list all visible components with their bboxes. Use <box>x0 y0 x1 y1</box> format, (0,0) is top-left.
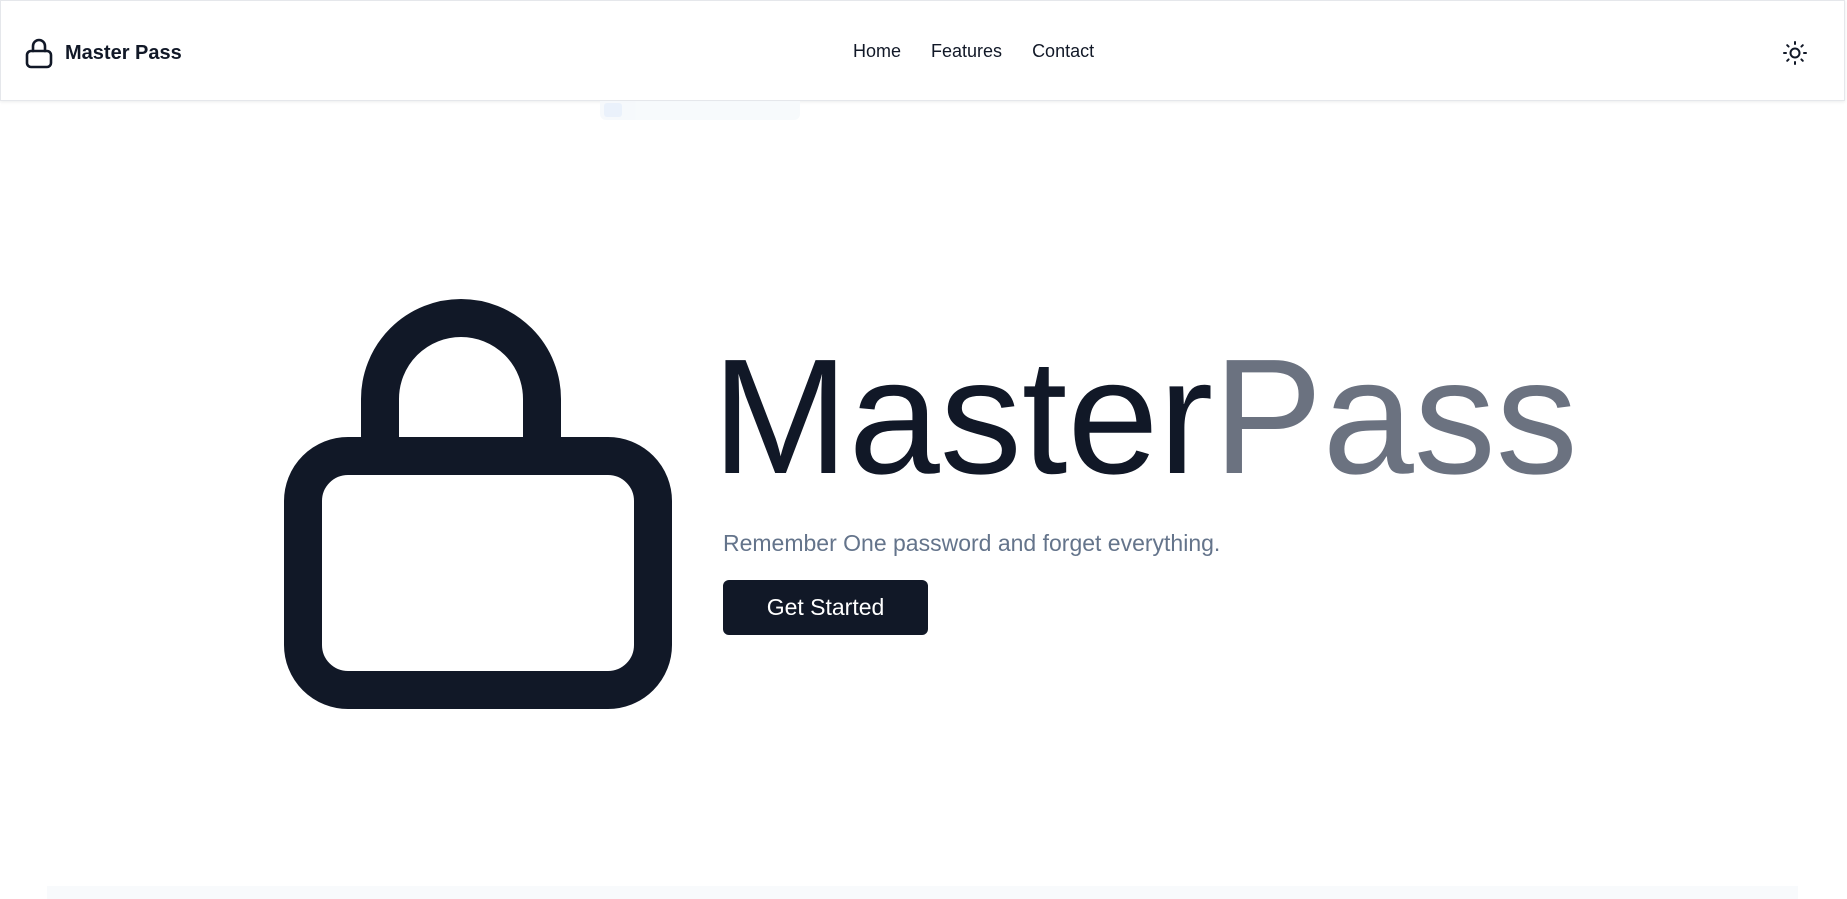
main-nav: Home Features Contact <box>853 41 1094 62</box>
nav-features[interactable]: Features <box>931 41 1002 62</box>
hero-title: MasterPass <box>712 335 1578 499</box>
hero-title-master: Master <box>712 325 1214 508</box>
next-section-edge <box>47 886 1798 899</box>
faint-overlay-chip <box>600 101 800 120</box>
lock-icon <box>25 38 53 69</box>
navbar: Master Pass Home Features Contact <box>0 0 1845 101</box>
brand-link[interactable]: Master Pass <box>25 37 182 69</box>
sun-icon[interactable] <box>1781 39 1809 67</box>
faint-chip-icon <box>604 103 622 117</box>
get-started-button[interactable]: Get Started <box>723 580 928 635</box>
nav-home[interactable]: Home <box>853 41 901 62</box>
page: Master Pass Home Features Contact Master… <box>0 0 1847 899</box>
lock-icon <box>284 299 672 709</box>
nav-contact[interactable]: Contact <box>1032 41 1094 62</box>
brand-name: Master Pass <box>65 41 182 64</box>
hero-subtitle: Remember One password and forget everyth… <box>723 530 1221 556</box>
hero-title-pass: Pass <box>1213 325 1578 508</box>
